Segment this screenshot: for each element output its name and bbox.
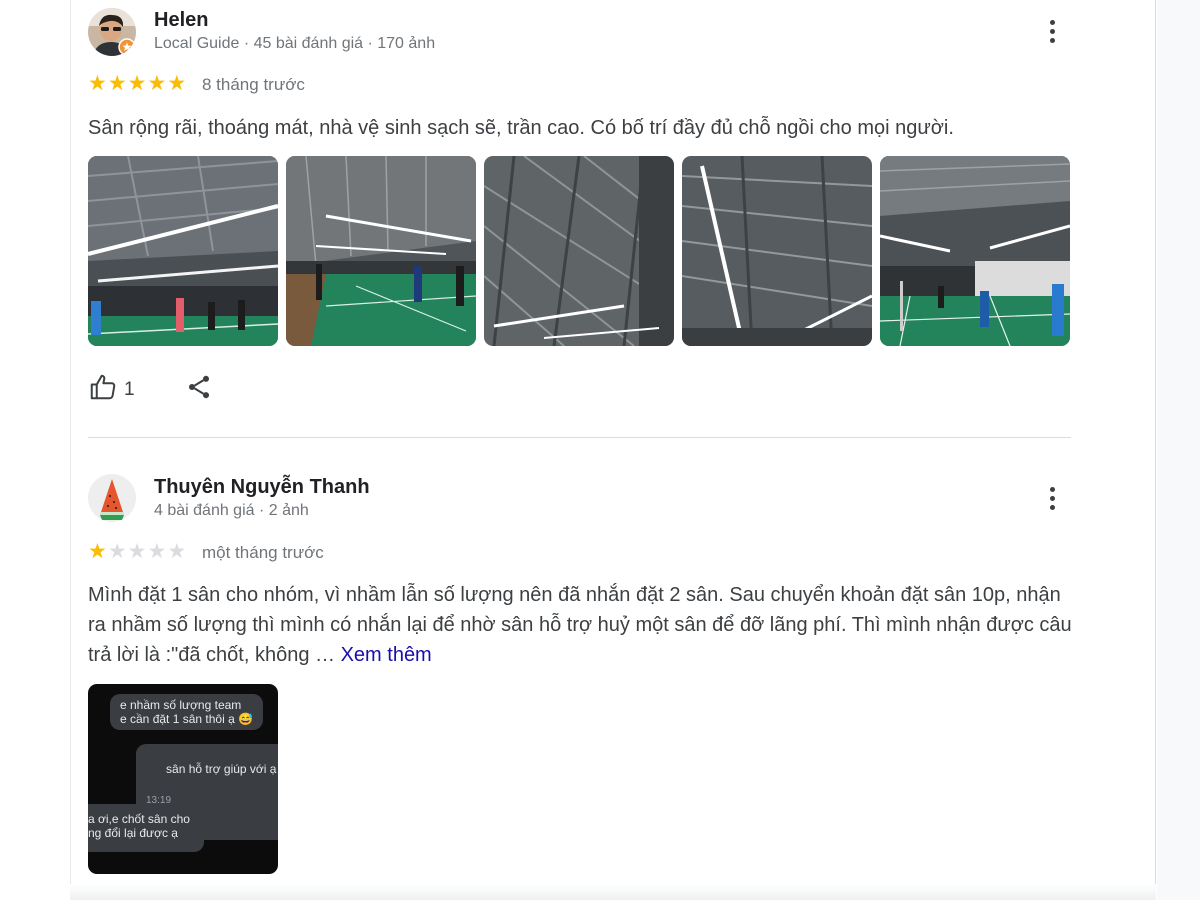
- chat-bubble: a ơi,e chốt sân cho ng đổi lại được ạ: [88, 804, 204, 852]
- star-icon: ★: [167, 540, 187, 563]
- review-photo[interactable]: [880, 156, 1070, 346]
- more-options-button[interactable]: [1040, 485, 1064, 515]
- star-icon: ★: [127, 540, 147, 563]
- like-count: 1: [124, 378, 135, 400]
- review-photo[interactable]: [286, 156, 476, 346]
- review-photos: [88, 156, 1070, 346]
- reviewer-name[interactable]: Helen: [154, 9, 208, 32]
- reviewer-meta[interactable]: Local Guide · 45 bài đánh giá · 170 ảnh: [154, 35, 435, 53]
- chat-bubble: e nhầm số lượng team e cần đặt 1 sân thô…: [110, 694, 264, 730]
- review-photo[interactable]: [484, 156, 674, 346]
- review-photo[interactable]: [88, 156, 278, 346]
- panel-bottom-edge: [70, 884, 1156, 900]
- share-icon: [185, 372, 213, 407]
- star-rating: ★ ★ ★ ★ ★: [88, 73, 186, 95]
- review-actions: 1: [88, 372, 213, 407]
- more-options-button[interactable]: [1040, 18, 1064, 48]
- review-time: 8 tháng trước: [202, 75, 305, 94]
- reviewer-name[interactable]: Thuyên Nguyễn Thanh: [154, 476, 370, 499]
- star-icon: ★: [147, 540, 167, 563]
- share-button[interactable]: [185, 372, 213, 407]
- review-photo[interactable]: e nhầm số lượng team e cần đặt 1 sân thô…: [88, 684, 278, 874]
- side-rail: [1157, 0, 1200, 900]
- star-icon: ★: [127, 72, 147, 95]
- thumb-up-icon: [88, 372, 118, 407]
- see-more-link[interactable]: Xem thêm: [341, 644, 432, 666]
- avatar[interactable]: [88, 8, 136, 56]
- star-icon: ★: [88, 72, 107, 95]
- review-text-body: Mình đặt 1 sân cho nhóm, vì nhầm lẫn số …: [88, 584, 1072, 666]
- review-item: Thuyên Nguyễn Thanh 4 bài đánh giá · 2 ả…: [88, 438, 1072, 884]
- reviewer-meta[interactable]: 4 bài đánh giá · 2 ảnh: [154, 502, 309, 520]
- review-text: Sân rộng rãi, thoáng mát, nhà vệ sinh sạ…: [88, 117, 954, 139]
- star-rating: ★ ★ ★ ★ ★: [88, 541, 186, 563]
- star-icon: ★: [88, 540, 107, 563]
- review-item: Helen Local Guide · 45 bài đánh giá · 17…: [88, 0, 1072, 437]
- chat-bubble-text: sân hỗ trợ giúp với ạ: [166, 762, 277, 776]
- avatar[interactable]: [88, 474, 136, 522]
- star-icon: ★: [167, 72, 187, 95]
- like-button[interactable]: 1: [88, 372, 135, 407]
- star-icon: ★: [107, 540, 127, 563]
- review-photo[interactable]: [682, 156, 872, 346]
- review-text: Mình đặt 1 sân cho nhóm, vì nhầm lẫn số …: [88, 580, 1078, 670]
- review-time: một tháng trước: [202, 543, 324, 562]
- star-icon: ★: [107, 72, 127, 95]
- star-icon: ★: [147, 72, 167, 95]
